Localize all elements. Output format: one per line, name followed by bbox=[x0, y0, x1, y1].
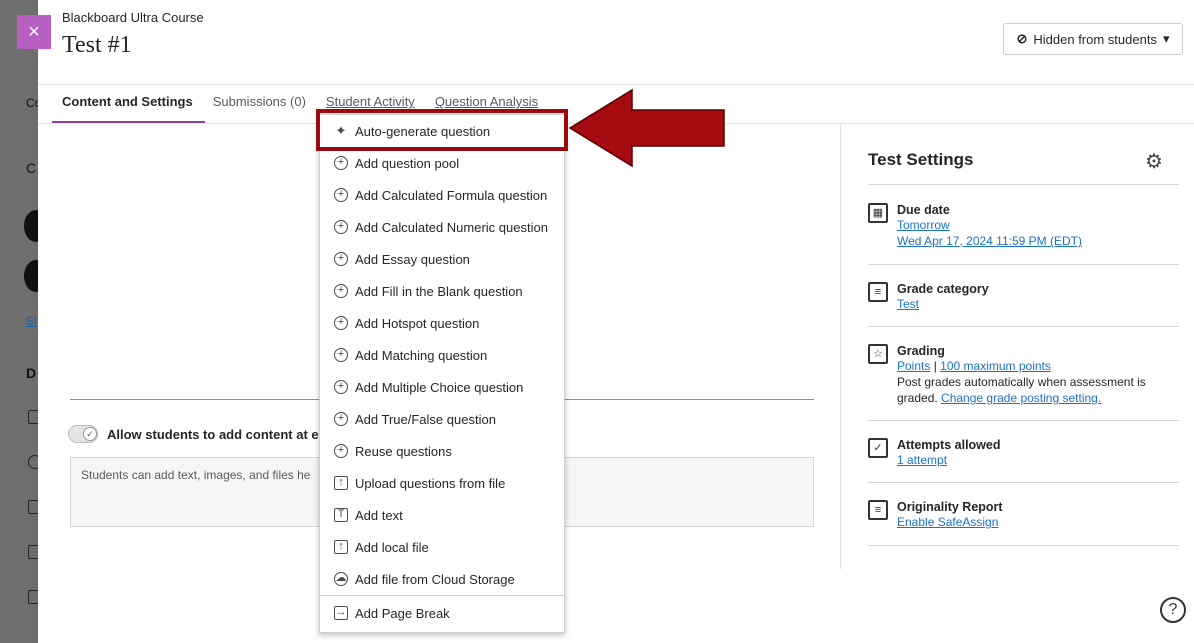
allow-students-label: Allow students to add content at end bbox=[107, 427, 335, 442]
due-date-label: Due date bbox=[897, 203, 950, 217]
plus-circle-icon: + bbox=[334, 188, 348, 202]
local-file-icon: ↑ bbox=[334, 540, 348, 554]
grade-category-link[interactable]: Test bbox=[897, 297, 919, 311]
plus-circle-icon: + bbox=[334, 444, 348, 458]
menu-item-add-cloud-file[interactable]: ☁ Add file from Cloud Storage bbox=[320, 563, 564, 595]
originality-label: Originality Report bbox=[897, 500, 1003, 514]
menu-item-add-multiple-choice[interactable]: + Add Multiple Choice question bbox=[320, 371, 564, 403]
separator: | bbox=[933, 359, 937, 373]
menu-item-add-true-false[interactable]: + Add True/False question bbox=[320, 403, 564, 435]
plus-circle-icon: + bbox=[334, 380, 348, 394]
menu-item-add-fill-in-blank[interactable]: + Add Fill in the Blank question bbox=[320, 275, 564, 307]
grading-icon: ☆ bbox=[868, 344, 888, 364]
divider bbox=[868, 184, 1179, 185]
plus-circle-icon: + bbox=[334, 412, 348, 426]
menu-item-add-hotspot[interactable]: + Add Hotspot question bbox=[320, 307, 564, 339]
menu-item-add-question-pool[interactable]: + Add question pool bbox=[320, 147, 564, 179]
attempts-link[interactable]: 1 attempt bbox=[897, 453, 947, 467]
grading-points-line: Points | 100 maximum points bbox=[897, 359, 1051, 373]
attempts-label: Attempts allowed bbox=[897, 438, 1001, 452]
allow-students-toggle[interactable]: ✓ bbox=[68, 425, 98, 443]
divider bbox=[868, 326, 1179, 327]
course-name: Blackboard Ultra Course bbox=[62, 10, 204, 25]
originality-report-icon: ≡ bbox=[868, 500, 888, 520]
plus-circle-icon: + bbox=[334, 156, 348, 170]
divider bbox=[38, 84, 1194, 85]
text-icon: T bbox=[334, 508, 348, 522]
menu-item-add-calculated-numeric[interactable]: + Add Calculated Numeric question bbox=[320, 211, 564, 243]
graded-text: graded. bbox=[897, 391, 938, 405]
settings-title: Test Settings bbox=[868, 150, 974, 169]
plus-circle-icon: + bbox=[334, 316, 348, 330]
calendar-icon: ▦ bbox=[868, 203, 888, 223]
page-break-icon: → bbox=[334, 606, 348, 620]
tab-submissions[interactable]: Submissions (0) bbox=[213, 94, 306, 124]
bg-fragment: C bbox=[26, 160, 37, 176]
points-link[interactable]: Points bbox=[897, 359, 930, 373]
plus-circle-icon: + bbox=[334, 220, 348, 234]
plus-circle-icon: + bbox=[334, 348, 348, 362]
divider bbox=[868, 264, 1179, 265]
grade-category-label: Grade category bbox=[897, 282, 989, 296]
due-date-value-link[interactable]: Wed Apr 17, 2024 11:59 PM (EDT) bbox=[897, 234, 1082, 248]
divider bbox=[868, 545, 1179, 546]
menu-item-add-essay[interactable]: + Add Essay question bbox=[320, 243, 564, 275]
max-points-link[interactable]: 100 maximum points bbox=[940, 359, 1051, 373]
highlight-box bbox=[316, 109, 568, 151]
menu-separator bbox=[320, 595, 564, 596]
chevron-down-icon: ▾ bbox=[1162, 31, 1170, 46]
plus-circle-icon: + bbox=[334, 284, 348, 298]
background-page-strip: Co C Sl D bbox=[0, 0, 48, 643]
check-icon: ✓ bbox=[83, 427, 97, 441]
visibility-dropdown[interactable]: ⊘ Hidden from students ▾ bbox=[1003, 23, 1183, 55]
divider bbox=[868, 482, 1179, 483]
bg-fragment: D bbox=[26, 365, 37, 381]
menu-item-add-page-break[interactable]: → Add Page Break bbox=[320, 597, 564, 629]
upload-file-icon: ↑ bbox=[334, 476, 348, 490]
divider bbox=[840, 124, 841, 569]
change-grade-posting-link[interactable]: Change grade posting setting. bbox=[941, 391, 1101, 405]
menu-item-add-local-file[interactable]: ↑ Add local file bbox=[320, 531, 564, 563]
bg-fragment: Sl bbox=[26, 314, 37, 328]
add-content-menu: ✦ Auto-generate question + Add question po… bbox=[319, 114, 565, 633]
eye-slash-icon: ⊘ bbox=[1016, 31, 1028, 46]
visibility-label: Hidden from students bbox=[1033, 31, 1157, 47]
menu-item-add-text[interactable]: T Add text bbox=[320, 499, 564, 531]
post-grades-line: graded. Change grade posting setting. bbox=[897, 391, 1101, 405]
menu-item-reuse-questions[interactable]: + Reuse questions bbox=[320, 435, 564, 467]
attempts-icon: ✓ bbox=[868, 438, 888, 458]
due-date-link[interactable]: Tomorrow bbox=[897, 218, 950, 232]
help-icon[interactable]: ? bbox=[1160, 597, 1186, 623]
students-box-text: Students can add text, images, and files… bbox=[81, 468, 311, 482]
post-grades-text: Post grades automatically when assessmen… bbox=[897, 375, 1146, 389]
enable-safeassign-link[interactable]: Enable SafeAssign bbox=[897, 515, 998, 529]
close-panel-button[interactable]: × bbox=[17, 15, 51, 49]
menu-item-add-calculated-formula[interactable]: + Add Calculated Formula question bbox=[320, 179, 564, 211]
callout-arrow-icon bbox=[568, 88, 725, 168]
gear-icon[interactable]: ⚙ bbox=[1140, 148, 1168, 176]
menu-item-upload-questions[interactable]: ↑ Upload questions from file bbox=[320, 467, 564, 499]
plus-circle-icon: + bbox=[334, 252, 348, 266]
grading-label: Grading bbox=[897, 344, 945, 358]
divider bbox=[868, 420, 1179, 421]
tab-content-and-settings[interactable]: Content and Settings bbox=[52, 94, 205, 124]
close-icon: × bbox=[28, 21, 40, 43]
document-icon: ≡ bbox=[868, 282, 888, 302]
cloud-icon: ☁ bbox=[334, 572, 348, 586]
menu-item-add-matching[interactable]: + Add Matching question bbox=[320, 339, 564, 371]
page-title: Test #1 bbox=[62, 32, 132, 58]
